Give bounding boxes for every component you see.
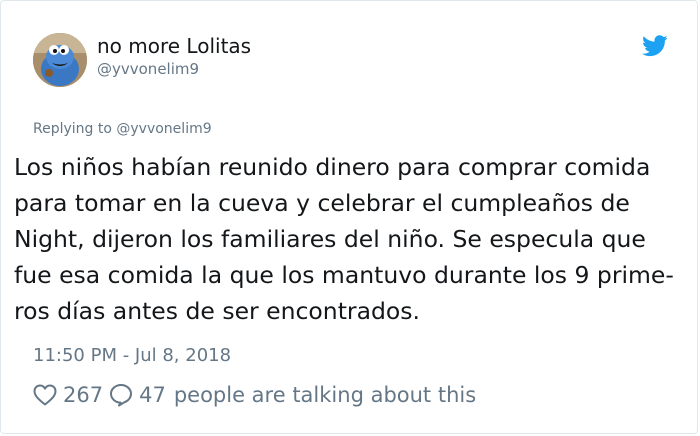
- replying-to: Replying to @yvvonelim9: [33, 121, 212, 137]
- avatar[interactable]: [33, 33, 87, 87]
- tweet-text-line: ros días antes de ser encontrados.: [14, 297, 420, 325]
- like-count: 267: [63, 383, 104, 407]
- tweet-text-line: para tomar en la cueva y celebrar el cum…: [14, 189, 630, 217]
- reply-mention-link[interactable]: @yvvonelim9: [116, 121, 211, 137]
- talking-about-link[interactable]: people are talking about this: [174, 383, 476, 407]
- tweet-text-line: fue esa comida la que los mantuvo durant…: [14, 261, 674, 289]
- reply-count: 47: [139, 383, 166, 407]
- tweet-text-line: Los niños habían reunido dinero para com…: [14, 153, 651, 181]
- replying-to-label: Replying to: [33, 121, 112, 137]
- tweet-text: Los niños habían reunido dinero para com…: [14, 149, 694, 329]
- tweet-timestamp[interactable]: 11:50 PM - Jul 8, 2018: [33, 345, 231, 366]
- avatar-image: [33, 33, 87, 87]
- tweet-text-line: Night, dijeron los familiares del niño. …: [14, 225, 646, 253]
- twitter-bird-icon[interactable]: [642, 35, 668, 57]
- tweet-card: no more Lolitas @yvvonelim9 Replying to …: [0, 0, 698, 434]
- heart-icon[interactable]: [33, 384, 57, 406]
- display-name[interactable]: no more Lolitas: [97, 34, 251, 58]
- user-handle[interactable]: @yvvonelim9: [97, 60, 199, 78]
- tweet-actions: 267 47 people are talking about this: [33, 381, 476, 409]
- speech-bubble-icon[interactable]: [109, 383, 133, 407]
